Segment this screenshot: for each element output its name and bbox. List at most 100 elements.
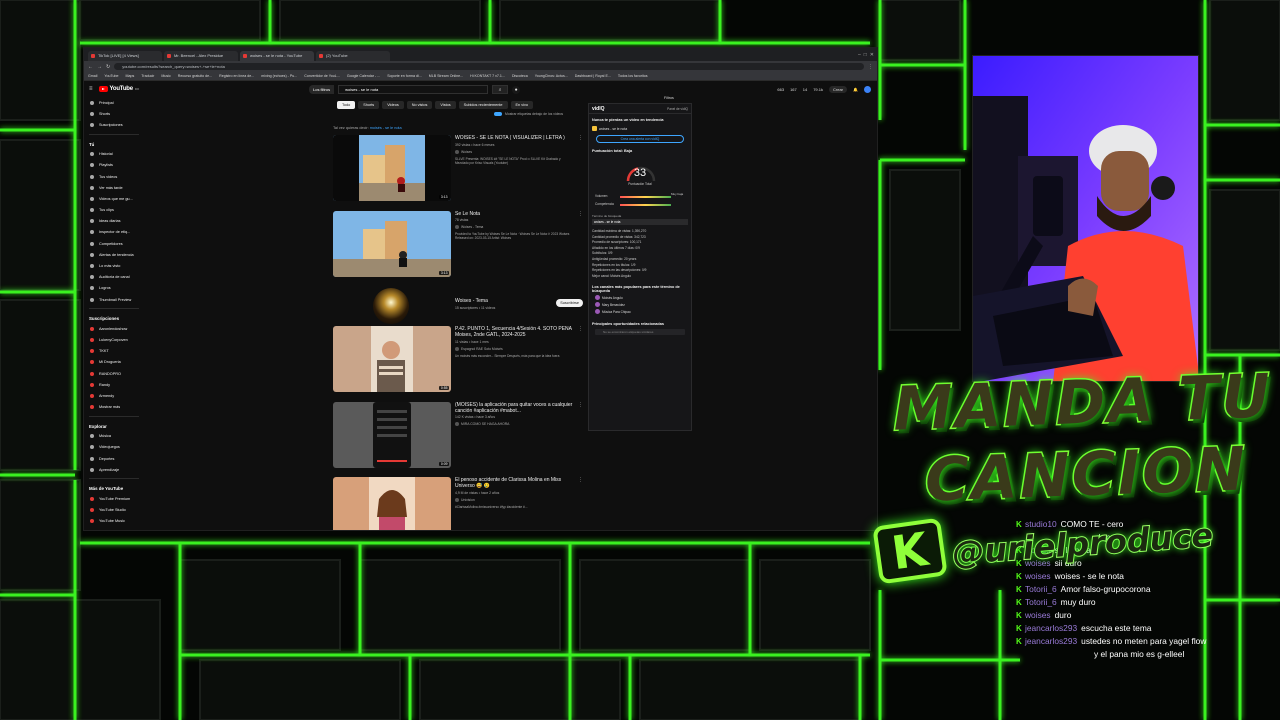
sidebar-item[interactable]: YouTube Studio [84, 505, 144, 516]
video-result[interactable]: 3:13 WOISES - SE LE NOTA ( VISUALIZER | … [333, 135, 583, 211]
video-thumbnail[interactable]: 0:09 [333, 401, 451, 468]
sidebar-item[interactable]: RANDOPRO [84, 368, 144, 379]
browser-tab[interactable]: Mr. Beencel - Alex Presidue [164, 51, 238, 61]
bookmark-item[interactable]: Hi KONTAKT 7 v7.1... [470, 74, 505, 78]
sidebar-item[interactable]: Shorts [84, 108, 144, 119]
vidiq-tab[interactable]: Término de búsqueda [592, 214, 688, 218]
vidiq-panel-label[interactable]: Panel de vidIQ [667, 107, 688, 111]
sidebar-item[interactable]: Aprendizaje [84, 464, 144, 475]
bookmark-item[interactable]: Music [161, 74, 170, 78]
browser-tab-active[interactable]: woises - se le nota - YouTube [240, 51, 314, 61]
video-thumbnail[interactable]: 3:13 [333, 135, 451, 201]
video-result[interactable]: 3:13 Se Le Nota 78 vistas Woises - Tema … [333, 210, 583, 287]
video-channel[interactable]: Woises [455, 149, 573, 154]
toggle-switch[interactable] [494, 112, 502, 116]
sidebar-item[interactable]: Lo más visto [84, 260, 144, 271]
more-options-icon[interactable]: ⋮ [578, 135, 583, 141]
channel-title[interactable]: Woises - Tema [455, 298, 488, 304]
sidebar-section-header[interactable]: Explorar [84, 420, 144, 431]
chat-username[interactable]: woises [1025, 610, 1051, 620]
reload-icon[interactable]: ↻ [106, 64, 110, 70]
bookmark-item[interactable]: Maps [126, 74, 135, 78]
bookmark-item[interactable]: Google Calendar - ... [347, 74, 380, 78]
sidebar-item[interactable]: Alertas de tendencia [84, 249, 144, 260]
bookmark-item[interactable]: MLB Stream Online... [429, 74, 463, 78]
sidebar-section-header[interactable]: Tú [84, 138, 144, 149]
filter-chip[interactable]: Videos [382, 101, 404, 109]
bookmark-item[interactable]: Dashboard | Royal E... [575, 74, 611, 78]
sidebar-item[interactable]: Aaronlendoshow [84, 323, 144, 334]
sidebar-section-header[interactable]: Suscripciones [84, 312, 144, 323]
sidebar-item[interactable]: Mostrar más [84, 402, 144, 413]
sidebar-item[interactable]: Música [84, 431, 144, 442]
video-result[interactable]: 0:55 P.42. PUNTO 1, Secuencia 4/Sesión 4… [333, 326, 583, 402]
suggest-link[interactable]: moisés - se le nota [370, 126, 402, 130]
close-icon[interactable]: ✕ [870, 52, 874, 58]
channel-avatar[interactable] [373, 288, 409, 324]
sidebar-item[interactable]: Videojuegos [84, 442, 144, 453]
filter-chip[interactable]: Subidos recientemente [458, 101, 508, 109]
vidiq-channel-row[interactable]: Moisés Angulo [595, 295, 685, 301]
bookmark-item[interactable]: YoungCinos: Actus... [535, 74, 568, 78]
sidebar-item[interactable]: Inspector de etiq... [84, 227, 144, 238]
filters-button[interactable]: Filtros [664, 96, 674, 100]
maximize-icon[interactable]: □ [864, 52, 867, 58]
sidebar-item[interactable]: Competidores [84, 238, 144, 249]
create-button[interactable]: Crear [829, 86, 848, 93]
bookmark-item[interactable]: Recurso gratuito de... [178, 74, 212, 78]
vidiq-channel-row[interactable]: Mary Benavidez [595, 302, 685, 308]
sidebar-item[interactable]: Suscripciones [84, 119, 144, 130]
chat-username[interactable]: jeancarlos293 [1025, 623, 1077, 633]
youtube-logo-icon[interactable]: YouTube DO [98, 86, 139, 92]
video-title[interactable]: (MOISES) la aplicación para quitar voces… [455, 402, 573, 414]
bookmark-item[interactable]: Traducir [141, 74, 154, 78]
more-options-icon[interactable]: ⋮ [578, 211, 583, 217]
back-icon[interactable]: ← [88, 64, 93, 70]
sidebar-item[interactable]: YouTube Music [84, 516, 144, 527]
video-channel[interactable]: MIRA COMO SE HAGA AHORA [455, 422, 573, 426]
sidebar-item[interactable]: Randy [84, 379, 144, 390]
video-title[interactable]: P.42. PUNTO 1, Secuencia 4/Sesión 4. SOT… [455, 326, 573, 338]
video-title[interactable]: Se Le Nota [455, 211, 573, 217]
bookmark-item[interactable]: Convertidor de YouL... [304, 74, 340, 78]
sidebar-item[interactable]: Armendy [84, 390, 144, 401]
chat-username[interactable]: Totorii_6 [1025, 584, 1057, 594]
bell-icon[interactable]: 🔔 [853, 87, 858, 92]
sidebar-item[interactable]: Playlists [84, 160, 144, 171]
extensions-icon[interactable]: ⋮ [868, 64, 873, 70]
video-channel[interactable]: Univision [455, 497, 573, 502]
sidebar-item[interactable]: Tus clips [84, 205, 144, 216]
tags-toggle[interactable]: Mostrar etiquetas debajo de los videos [494, 112, 563, 116]
bookmark-item[interactable]: YouTube [104, 74, 118, 78]
more-options-icon[interactable]: ⋮ [578, 326, 583, 332]
avatar[interactable] [864, 86, 871, 93]
browser-tab[interactable]: (2) YouTube [316, 51, 390, 61]
vidiq-channel-row[interactable]: Música Para Chipao [595, 309, 685, 315]
sidebar-item[interactable]: Ideas diarias [84, 216, 144, 227]
chat-username[interactable]: Totorii_6 [1025, 597, 1057, 607]
sidebar-item[interactable]: Thumbnail Preview [84, 294, 144, 305]
sidebar-item[interactable]: Deportes [84, 453, 144, 464]
filter-chip[interactable]: En vivo [510, 101, 533, 109]
filter-chip[interactable]: Vistos [435, 101, 456, 109]
chat-username[interactable]: woises [1025, 571, 1051, 581]
video-result[interactable]: El penoso accidente de Clarissa Molina e… [333, 477, 583, 530]
sidebar-item[interactable]: Auditoría de canal [84, 272, 144, 283]
sidebar-item[interactable]: Mi Drogueria [84, 357, 144, 368]
video-channel[interactable]: Woises - Tema [455, 225, 573, 229]
filter-chip[interactable]: Shorts [358, 101, 380, 109]
video-result[interactable]: 0:09 (MOISES) la aplicación para quitar … [333, 401, 583, 478]
vidiq-tags-input[interactable]: No se encontraron etiquetas similares [595, 329, 685, 336]
bookmark-item[interactable]: mixing (echoes) - Pu... [261, 74, 297, 78]
bookmark-item[interactable]: Gmail [88, 74, 97, 78]
channel-result[interactable]: Woises - Tema 15 suscriptores • 11 video… [333, 286, 583, 326]
filter-chip[interactable]: Todo [337, 101, 356, 109]
sidebar-item[interactable]: Videos que me gu... [84, 193, 144, 204]
sidebar-item[interactable]: LukenyCorpoven [84, 334, 144, 345]
sidebar-item[interactable]: Tus videos [84, 171, 144, 182]
video-title[interactable]: WOISES - SE LE NOTA ( VISUALIZER | LETRA… [455, 135, 573, 141]
bookmark-item[interactable]: Todos los favoritos [618, 74, 648, 78]
filter-chip[interactable]: Los filtros [309, 85, 335, 94]
sidebar-item[interactable]: Principal [84, 97, 144, 108]
url-field[interactable]: youtube.com/results?search_query=woises+… [114, 63, 864, 70]
